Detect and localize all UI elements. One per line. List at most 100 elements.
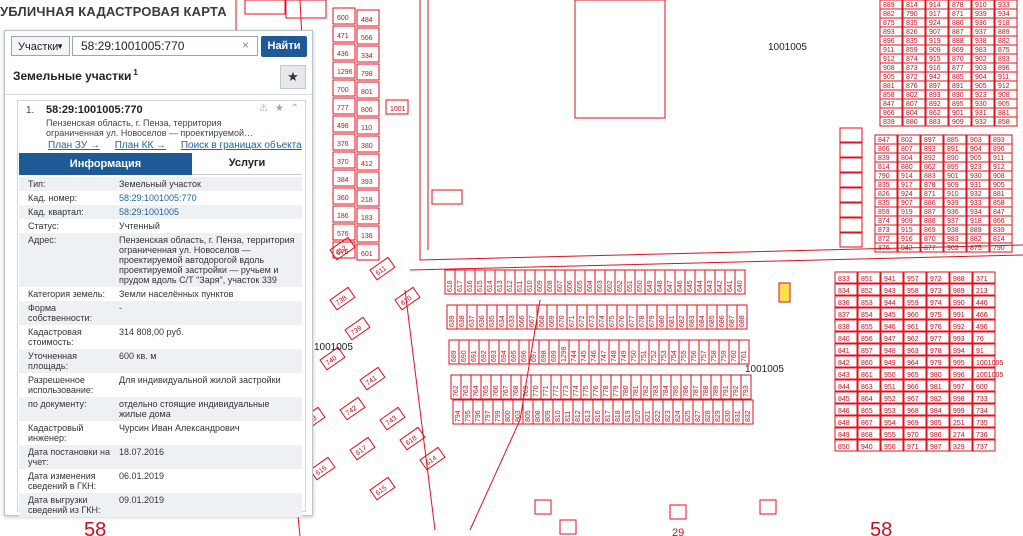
parcel-number: 934	[998, 11, 1010, 18]
parcel-number: 648	[657, 280, 664, 292]
parcel-number: 954	[884, 420, 896, 427]
parcel-number: 940	[861, 444, 873, 451]
parcel-number: 859	[906, 47, 918, 54]
boundary-line	[409, 254, 1023, 271]
parcel	[839, 202, 863, 218]
parcel-number: 786	[683, 385, 690, 397]
parcel-number: 758	[711, 350, 718, 362]
parcel-number: 1296	[337, 69, 353, 76]
attribute-value[interactable]: 58:29:1001005:770	[119, 193, 297, 203]
find-button[interactable]: Найти	[261, 36, 307, 57]
plan-kk-link[interactable]: План КК →	[115, 140, 166, 151]
selected-parcel[interactable]	[778, 282, 791, 303]
tab-services[interactable]: Услуги	[192, 153, 302, 175]
parcel-number: 637	[469, 315, 476, 327]
parcel-lines	[235, 0, 1023, 536]
parcel-number: 976	[930, 324, 942, 331]
plan-zu-link[interactable]: План ЗУ →	[48, 140, 100, 151]
parcel-number: 820	[635, 410, 642, 422]
parcel-number: 672	[579, 315, 586, 327]
panel-title-text: Земельные участки	[13, 69, 132, 83]
parcel-number: 484	[361, 17, 373, 24]
parcel-number: 883	[929, 119, 941, 126]
search-bar: Участки ▼ × Найти	[11, 36, 307, 58]
parcel-number: 877	[924, 245, 936, 252]
result-card: 1. 58:29:1001005:770 ⚠ ★ ⌃ Пензенская об…	[17, 100, 306, 517]
parcel-number: 896	[883, 38, 895, 45]
parcel-number: 917	[901, 182, 913, 189]
parcel-number: 611	[517, 281, 524, 292]
warning-icon[interactable]: ⚠ ★ ⌃	[259, 103, 301, 114]
result-cadastral[interactable]: 58:29:1001005:770	[46, 104, 143, 116]
parcel-number: 734	[976, 408, 988, 415]
parcel-number: 844	[838, 384, 850, 391]
parcel-number: 938	[947, 227, 959, 234]
panel-title: Земельные участки 1	[13, 68, 138, 83]
parcel-number: 871	[952, 11, 964, 18]
parcel-number: 839	[883, 119, 895, 126]
category-label: Участки	[18, 41, 59, 53]
parcel-number: 768	[513, 385, 520, 397]
parcel-number: 804	[901, 155, 913, 162]
parcel-number: 907	[901, 200, 913, 207]
parcel-number: 635	[489, 315, 496, 327]
parcel-number: 604	[587, 280, 594, 292]
quarter-label-center: 1001005	[745, 364, 784, 375]
parcel-number: 978	[930, 348, 942, 355]
parcel-number: 903	[975, 65, 987, 72]
parcel-number: 882	[970, 236, 982, 243]
parcel-number: 969	[907, 420, 919, 427]
parcel-number: 91	[976, 348, 984, 355]
parcel-number: 695	[511, 350, 518, 362]
district-label-right: 58	[870, 519, 892, 536]
parcel-number: 881	[883, 83, 895, 90]
parcel-number: 742	[345, 405, 359, 417]
close-icon[interactable]: ×	[242, 38, 249, 52]
parcel-number: 832	[745, 410, 752, 422]
parcel	[559, 519, 577, 535]
parcel-number: 779	[613, 385, 620, 397]
parcel-number: 835	[878, 182, 890, 189]
star-icon[interactable]: ★	[280, 65, 306, 89]
parcel-number: 955	[884, 432, 896, 439]
parcel-number: 941	[884, 276, 896, 283]
parcel-number: 808	[535, 410, 542, 422]
parcel-number: 950	[884, 372, 896, 379]
parcel-number: 611	[375, 265, 388, 277]
parcel-number: 781	[633, 385, 640, 397]
parcel-number: 895	[952, 101, 964, 108]
category-select[interactable]: Участки ▼	[11, 36, 70, 56]
parcel-number: 1001005	[976, 372, 1003, 379]
parcel-number: 839	[878, 155, 890, 162]
parcel-number: 763	[463, 385, 470, 397]
parcel-number: 993	[953, 336, 965, 343]
parcel-number: 910	[947, 191, 959, 198]
parcel-number: 931	[970, 182, 982, 189]
parcel-number: 933	[970, 200, 982, 207]
parcel-number: 436	[337, 51, 349, 58]
search-input[interactable]	[72, 36, 258, 56]
attribute-row: Дата выгрузки сведений из ГКН: 09.01.2019	[19, 493, 302, 517]
parcel-number: 740	[325, 355, 339, 367]
parcel-number: 798	[361, 71, 373, 78]
parcel-number: 892	[929, 101, 941, 108]
parcel-number: 700	[337, 87, 349, 94]
attribute-value: Земли населённых пунктов	[119, 289, 234, 299]
parcel-number: 1001005	[976, 360, 1003, 367]
parcel-number: 968	[907, 408, 919, 415]
attribute-value[interactable]: 58:29:1001005	[119, 207, 297, 217]
parcel-number: 370	[337, 159, 349, 166]
parcel-number: 905	[993, 182, 1005, 189]
tab-information[interactable]: Информация	[19, 153, 192, 175]
parcel-number: 930	[970, 173, 982, 180]
parcel-number: 76	[976, 336, 984, 343]
attribute-row: по документу: отдельно стоящие индивидуал…	[19, 397, 302, 421]
parcel-number: 973	[930, 288, 942, 295]
parcel-number: 980	[930, 372, 942, 379]
parcel-number: 902	[975, 56, 987, 63]
parcel-number: 804	[906, 110, 918, 117]
parcel-number: 736	[976, 432, 988, 439]
parcel-number: 945	[884, 312, 896, 319]
parcel-number: 753	[661, 350, 668, 362]
parcel	[839, 187, 863, 203]
